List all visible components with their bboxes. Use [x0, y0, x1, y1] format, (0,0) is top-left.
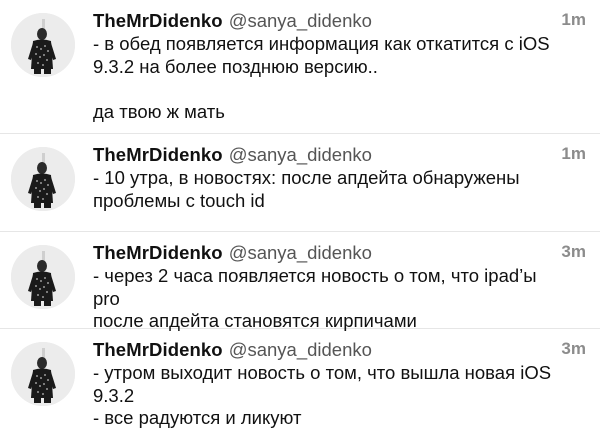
avatar[interactable]	[11, 13, 75, 77]
tweet-text: - 10 утра, в новостях: после апдейта обн…	[93, 167, 520, 211]
avatar[interactable]	[11, 245, 75, 309]
user-avatar-icon	[11, 245, 75, 309]
avatar[interactable]	[11, 342, 75, 406]
tweet-header: TheMrDidenko @sanya_didenko 1m	[93, 10, 586, 34]
tweet-header: TheMrDidenko @sanya_didenko 3m	[93, 339, 586, 363]
screen-name[interactable]: @sanya_didenko	[229, 242, 372, 263]
tweet-timestamp[interactable]: 1m	[561, 144, 586, 164]
tweet[interactable]: TheMrDidenko @sanya_didenko 3m - утром вы…	[0, 329, 600, 436]
tweet-timestamp[interactable]: 3m	[561, 339, 586, 359]
tweet-text: - в обед появляется информация как откат…	[93, 33, 550, 122]
display-name[interactable]: TheMrDidenko	[93, 242, 223, 263]
tweet[interactable]: TheMrDidenko @sanya_didenko 1m - 10 утра,…	[0, 134, 600, 232]
tweet-header: TheMrDidenko @sanya_didenko 3m	[93, 242, 586, 266]
screen-name[interactable]: @sanya_didenko	[229, 10, 372, 31]
tweet-text: - утром выходит новость о том, что вышла…	[93, 362, 552, 428]
screen-name[interactable]: @sanya_didenko	[229, 339, 372, 360]
tweet-timestamp[interactable]: 3m	[561, 242, 586, 262]
tweet-text: - через 2 часа появляется новость о том,…	[93, 265, 537, 331]
display-name[interactable]: TheMrDidenko	[93, 339, 223, 360]
tweet[interactable]: TheMrDidenko @sanya_didenko 3m - через 2 …	[0, 232, 600, 331]
user-avatar-icon	[11, 147, 75, 211]
display-name[interactable]: TheMrDidenko	[93, 144, 223, 165]
user-avatar-icon	[11, 342, 75, 406]
user-avatar-icon	[11, 13, 75, 77]
screen-name[interactable]: @sanya_didenko	[229, 144, 372, 165]
tweet-timestamp[interactable]: 1m	[561, 10, 586, 30]
tweet[interactable]: TheMrDidenko @sanya_didenko 1m - в обед п…	[0, 0, 600, 134]
tweet-feed: TheMrDidenko @sanya_didenko 1m - в обед п…	[0, 0, 600, 436]
tweet-header: TheMrDidenko @sanya_didenko 1m	[93, 144, 586, 168]
avatar[interactable]	[11, 147, 75, 211]
display-name[interactable]: TheMrDidenko	[93, 10, 223, 31]
